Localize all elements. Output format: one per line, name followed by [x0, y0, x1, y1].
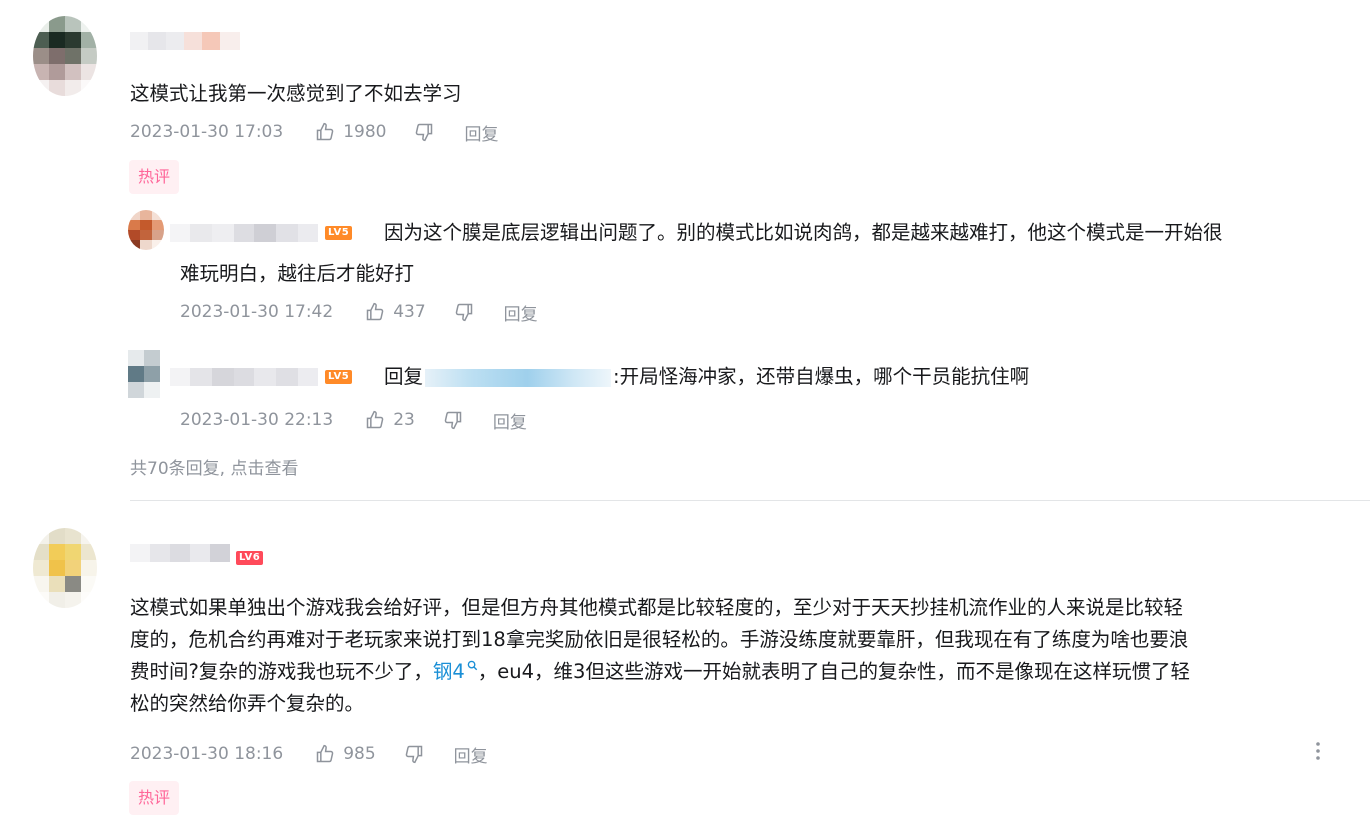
thumb-down-icon [405, 745, 422, 764]
thumb-up-icon [366, 302, 384, 321]
comment-divider [130, 500, 1370, 501]
comment-text: 这模式如果单独出个游戏我会给好评，但是但方舟其他模式都是比较轻度的，至少对于天天… [130, 592, 1355, 720]
reply-text-line: 因为这个膜是底层逻辑出问题了。别的模式比如说肉鸽，都是越来越难打，他这个模式是一… [384, 221, 1223, 244]
reply-username-blurred[interactable] [170, 368, 318, 386]
avatar[interactable] [33, 16, 97, 96]
thumb-up-icon [366, 410, 384, 429]
thumb-down-icon [455, 303, 472, 322]
reply-avatar[interactable] [128, 210, 164, 250]
reply-prefix: 回复 [384, 365, 424, 388]
reply-button[interactable]: 回复 [454, 742, 488, 767]
like-button[interactable]: 437 [365, 302, 426, 322]
thumb-up-icon [316, 744, 334, 763]
username-blurred[interactable] [130, 32, 240, 50]
like-count: 23 [393, 410, 415, 430]
comment-meta: 2023-01-30 17:03 1980 回复 [130, 120, 498, 145]
comment-text-segment: ，eu4，维3但这些游戏一开始就表明了自己的复杂性，而不是像现在这样玩惯了轻 [477, 660, 1190, 683]
reply-text: 回复 :开局怪海冲家，还带自爆虫，哪个干员能抗住啊 [384, 361, 1029, 393]
comment-time: 2023-01-30 17:03 [130, 122, 284, 142]
comment-text-line: 松的突然给你弄个复杂的。 [130, 692, 365, 715]
like-button[interactable]: 23 [365, 410, 415, 430]
view-more-replies-link[interactable]: 共70条回复, 点击查看 [130, 454, 298, 479]
reply-time: 2023-01-30 17:42 [180, 302, 334, 322]
dislike-button[interactable] [404, 744, 424, 764]
like-count: 437 [393, 302, 426, 322]
comment-text-line: 这模式如果单独出个游戏我会给好评，但是但方舟其他模式都是比较轻度的，至少对于天天… [130, 596, 1184, 619]
like-button[interactable]: 985 [315, 744, 376, 764]
reply-text-line: 难玩明白，越往后才能好打 [180, 262, 415, 285]
reply-button[interactable]: 回复 [464, 120, 498, 145]
reply-avatar[interactable] [128, 350, 160, 398]
level-badge: LV5 [325, 226, 353, 240]
search-keyword-link[interactable]: 钢4 [433, 660, 478, 683]
hot-comment-badge: 热评 [129, 781, 180, 815]
reply-text: 因为这个膜是底层逻辑出问题了。别的模式比如说肉鸽，都是越来越难打，他这个模式是一… [384, 217, 1364, 249]
hot-comment-badge: 热评 [129, 160, 180, 194]
dislike-button[interactable] [443, 410, 463, 430]
comment-text-line: 费时间?复杂的游戏我也玩不少了，钢4 ，eu4，维3但这些游戏一开始就表明了自己的… [130, 656, 1355, 688]
comment-text: 这模式让我第一次感觉到了不如去学习 [130, 82, 462, 105]
more-vertical-icon[interactable] [1312, 740, 1324, 762]
reply-text-line: :开局怪海冲家，还带自爆虫，哪个干员能抗住啊 [613, 365, 1030, 388]
comment-meta: 2023-01-30 18:16 985 回复 [130, 742, 488, 767]
mentioned-user-blurred[interactable] [425, 368, 612, 387]
level-badge: LV6 [236, 551, 264, 565]
reply-username-blurred[interactable] [170, 224, 318, 242]
username-blurred[interactable] [130, 544, 230, 562]
like-count: 985 [343, 744, 376, 764]
avatar[interactable] [33, 528, 97, 608]
reply-button[interactable]: 回复 [504, 300, 538, 325]
like-button[interactable]: 1980 [315, 122, 386, 142]
reply-button[interactable]: 回复 [493, 408, 527, 433]
search-icon [467, 660, 477, 670]
comment-time: 2023-01-30 18:16 [130, 744, 284, 764]
comment-text-segment: 费时间?复杂的游戏我也玩不少了， [130, 660, 433, 683]
reply-meta: 2023-01-30 22:13 23 回复 [180, 408, 527, 433]
comment-text-line: 度的，危机合约再难对于老玩家来说打到18拿完奖励依旧是很轻松的。手游没练度就要靠… [130, 628, 1189, 651]
like-count: 1980 [343, 122, 387, 142]
dislike-button[interactable] [414, 122, 434, 142]
link-label: 钢4 [432, 660, 465, 683]
reply-text: 难玩明白，越往后才能好打 [180, 258, 414, 290]
dislike-button[interactable] [454, 302, 474, 322]
thumb-down-icon [416, 123, 433, 142]
reply-meta: 2023-01-30 17:42 437 回复 [180, 300, 538, 325]
reply-time: 2023-01-30 22:13 [180, 410, 334, 430]
thumb-down-icon [444, 411, 462, 430]
thumb-up-icon [316, 122, 334, 141]
more-vertical-svg [1316, 742, 1320, 760]
level-badge: LV5 [325, 370, 353, 384]
